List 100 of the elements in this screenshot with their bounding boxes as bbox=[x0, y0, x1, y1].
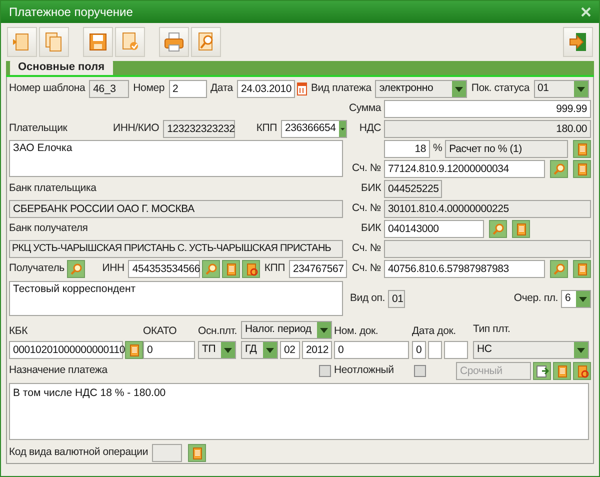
list-button[interactable] bbox=[573, 260, 591, 278]
field-label: Дата bbox=[210, 81, 233, 96]
text-field[interactable]: 040143000 bbox=[384, 220, 484, 238]
search-button[interactable] bbox=[202, 260, 220, 278]
field-label: Код вида валютной операции bbox=[9, 445, 148, 460]
print-button[interactable] bbox=[159, 27, 189, 57]
text-field[interactable]: 46_3 bbox=[89, 80, 130, 98]
field-label: Банк плательщика bbox=[9, 181, 96, 196]
field-label: БИК bbox=[361, 181, 381, 196]
dropdown[interactable]: 01 bbox=[534, 80, 589, 98]
export-button[interactable] bbox=[533, 362, 551, 380]
field-label: % bbox=[433, 141, 442, 156]
clear-button[interactable] bbox=[573, 362, 591, 380]
document-icon bbox=[576, 262, 588, 276]
text-field[interactable]: 77124.810.9.12000000034 bbox=[384, 160, 545, 178]
text-field[interactable]: 0 bbox=[143, 341, 195, 359]
text-field[interactable] bbox=[152, 444, 182, 462]
copy-document-button[interactable] bbox=[39, 27, 69, 57]
list-button[interactable] bbox=[512, 220, 530, 238]
field-label: Вид платежа bbox=[310, 81, 372, 96]
text-field[interactable]: 454353534566 bbox=[128, 260, 200, 278]
text-field[interactable]: 123232323232 bbox=[163, 120, 236, 138]
document-icon bbox=[556, 364, 568, 378]
field-label: Сумма bbox=[349, 101, 381, 116]
check-document-button[interactable] bbox=[115, 27, 145, 57]
dropdown[interactable]: ГД bbox=[241, 341, 278, 359]
new-document-button[interactable] bbox=[7, 27, 37, 57]
search-button[interactable] bbox=[489, 220, 507, 238]
text-field[interactable]: 18 bbox=[384, 140, 430, 158]
list-button[interactable] bbox=[222, 260, 240, 278]
field-label: Неотложный bbox=[334, 363, 394, 378]
field-label: Сч. № bbox=[352, 161, 381, 176]
document-icon bbox=[576, 142, 588, 156]
dropdown[interactable]: 236366654 bbox=[281, 120, 347, 138]
text-field[interactable]: 044525225 bbox=[384, 180, 442, 198]
text-field[interactable]: СБЕРБАНК РОССИИ ОАО Г. МОСКВА bbox=[9, 200, 343, 218]
search-button[interactable] bbox=[550, 260, 568, 278]
search-icon bbox=[204, 262, 218, 276]
field-label: ИНН bbox=[102, 261, 124, 276]
clear-button[interactable] bbox=[242, 260, 260, 278]
checkbox[interactable] bbox=[414, 365, 426, 377]
list-button[interactable] bbox=[553, 362, 571, 380]
search-icon bbox=[70, 262, 83, 276]
search-button[interactable] bbox=[67, 260, 86, 278]
text-field[interactable]: 2012 bbox=[302, 341, 332, 359]
field-label: Ном. док. bbox=[334, 325, 378, 337]
text-field[interactable]: 40756.810.6.57987987983 bbox=[384, 260, 545, 278]
text-field[interactable]: 0 bbox=[334, 341, 409, 359]
text-field[interactable]: 2 bbox=[168, 80, 206, 98]
field-label: Дата док. bbox=[412, 325, 456, 337]
field-label: Номер bbox=[133, 81, 164, 96]
text-field[interactable]: 180.00 bbox=[384, 120, 591, 138]
preview-button[interactable] bbox=[191, 27, 221, 57]
field-label: Плательщик bbox=[9, 121, 68, 136]
text-field[interactable]: 30101.810.4.00000000225 bbox=[384, 200, 591, 218]
dropdown[interactable]: электронно bbox=[375, 80, 468, 98]
search-icon bbox=[492, 222, 504, 236]
checkbox[interactable] bbox=[319, 365, 331, 377]
text-area[interactable]: ЗАО Елочка bbox=[9, 140, 343, 177]
field-label: Очер. пл. bbox=[514, 290, 558, 306]
text-field[interactable]: РКЦ УСТЬ-ЧАРЫШСКАЯ ПРИСТАНЬ С. УСТЬ-ЧАРЫШСКАЯ ПРИСТАНЬ bbox=[9, 240, 343, 258]
field-label: Сч. № bbox=[352, 261, 381, 276]
text-field[interactable] bbox=[384, 240, 591, 258]
calendar-icon[interactable] bbox=[296, 82, 307, 96]
dropdown[interactable]: НС bbox=[473, 341, 589, 359]
text-field[interactable] bbox=[444, 341, 468, 359]
field-label: Номер шаблона bbox=[9, 81, 86, 96]
field-label: НДС bbox=[359, 121, 381, 136]
field-label: Получатель bbox=[9, 261, 64, 276]
text-field[interactable]: 02 bbox=[280, 341, 300, 359]
search-icon bbox=[552, 162, 566, 176]
text-field[interactable]: 999.99 bbox=[384, 100, 591, 118]
dropdown[interactable]: Налог. период bbox=[241, 321, 332, 339]
document-icon bbox=[190, 446, 204, 460]
close-icon[interactable] bbox=[581, 7, 591, 17]
dropdown[interactable]: ТП bbox=[198, 341, 236, 359]
text-field[interactable]: 0 bbox=[412, 341, 426, 359]
text-field[interactable]: Расчет по % (1) bbox=[445, 140, 568, 158]
field-label: ИНН/КИО bbox=[113, 121, 160, 136]
text-field[interactable]: 01 bbox=[388, 290, 405, 308]
arrow-document-icon bbox=[536, 364, 548, 378]
list-button[interactable] bbox=[125, 341, 143, 359]
exit-icon bbox=[567, 31, 589, 53]
tab[interactable]: Основные поля bbox=[10, 59, 113, 75]
search-button[interactable] bbox=[550, 160, 568, 178]
field-label: Назначение платежа bbox=[9, 363, 109, 378]
field-label: КПП bbox=[264, 261, 285, 276]
text-field[interactable] bbox=[428, 341, 442, 359]
list-button[interactable] bbox=[573, 140, 591, 158]
text-field[interactable]: 24.03.2010 bbox=[236, 80, 295, 98]
text-area[interactable]: В том числе НДС 18 % - 180.00 bbox=[9, 383, 589, 440]
text-area[interactable]: Тестовый корреспондент bbox=[9, 281, 343, 316]
save-button[interactable] bbox=[83, 27, 113, 57]
text-field[interactable]: 234767567 bbox=[289, 260, 347, 278]
list-button[interactable] bbox=[573, 160, 591, 178]
exit-button[interactable] bbox=[563, 27, 593, 57]
field-label: Пок. статуса bbox=[471, 81, 530, 96]
dropdown[interactable]: 6 bbox=[561, 290, 591, 308]
text-field[interactable]: 00010201000000000110 bbox=[9, 341, 123, 359]
list-button[interactable] bbox=[188, 444, 206, 462]
